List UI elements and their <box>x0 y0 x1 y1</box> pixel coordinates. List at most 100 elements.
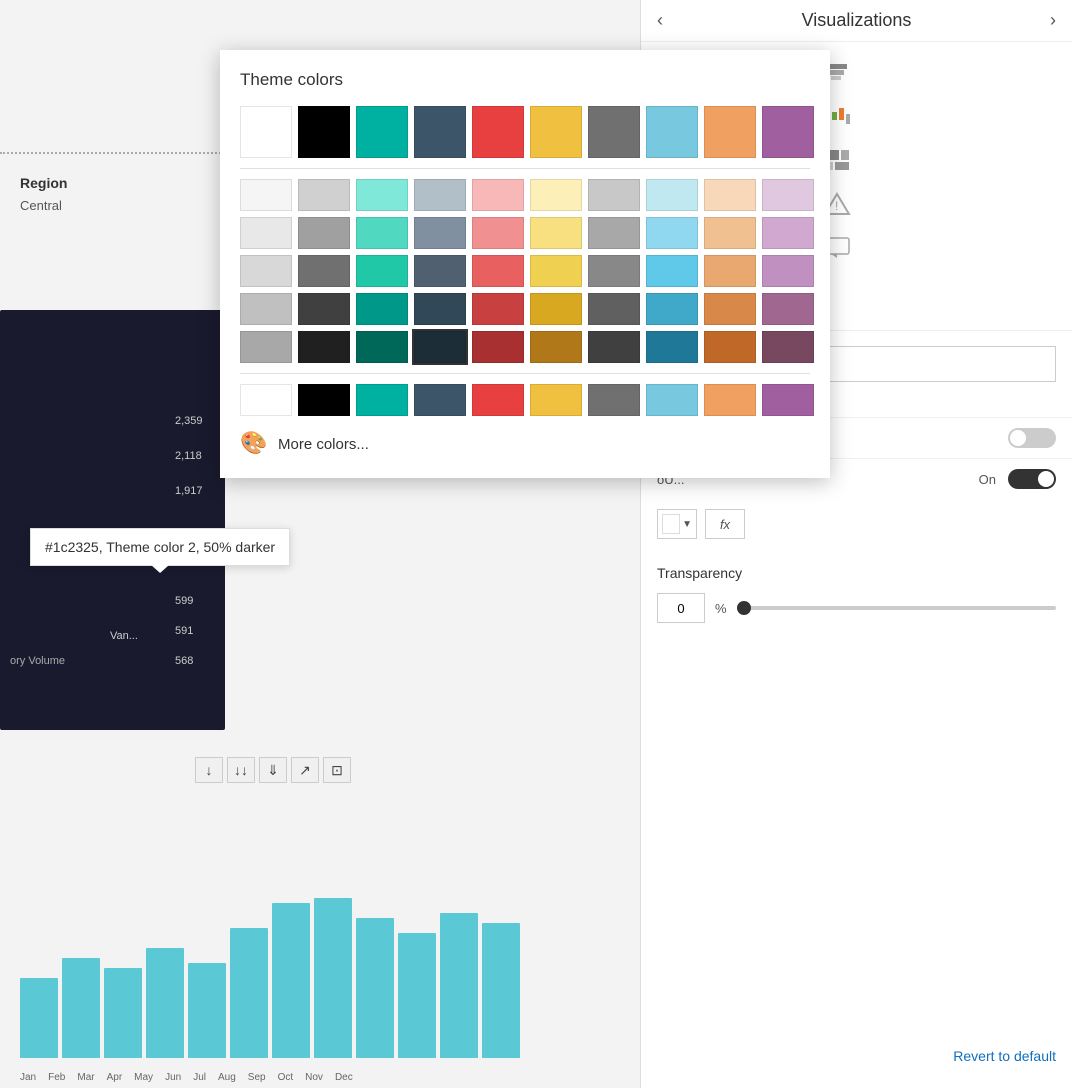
theme-color-9[interactable] <box>762 106 814 158</box>
recent-color-5[interactable] <box>530 384 582 416</box>
shade-color-1-5[interactable] <box>530 217 582 249</box>
shade-color-4-8[interactable] <box>704 331 756 363</box>
toggle-2-control: On <box>979 469 1056 489</box>
shade-color-4-7[interactable] <box>646 331 698 363</box>
shade-color-3-7[interactable] <box>646 293 698 325</box>
toggle-1-slider[interactable] <box>1008 428 1056 448</box>
color-swatch-button[interactable]: ▼ <box>657 509 697 539</box>
shade-color-0-7[interactable] <box>646 179 698 211</box>
theme-color-5[interactable] <box>530 106 582 158</box>
transparency-input[interactable] <box>657 593 705 623</box>
bar-aug <box>314 898 352 1058</box>
transparency-slider-track[interactable] <box>737 606 1056 610</box>
shade-color-3-9[interactable] <box>762 293 814 325</box>
color-swatch-preview <box>662 514 680 534</box>
nav-forward-arrow[interactable]: › <box>1050 10 1056 31</box>
transparency-slider-thumb[interactable] <box>737 601 751 615</box>
shade-color-0-9[interactable] <box>762 179 814 211</box>
recent-color-6[interactable] <box>588 384 640 416</box>
theme-color-4[interactable] <box>472 106 524 158</box>
bar-mar <box>104 968 142 1058</box>
shade-color-2-9[interactable] <box>762 255 814 287</box>
shade-color-3-2[interactable] <box>356 293 408 325</box>
shade-color-3-3[interactable] <box>414 293 466 325</box>
shade-color-4-9[interactable] <box>762 331 814 363</box>
shade-color-4-1[interactable] <box>298 331 350 363</box>
recent-color-8[interactable] <box>704 384 756 416</box>
shade-color-1-6[interactable] <box>588 217 640 249</box>
shade-color-2-5[interactable] <box>530 255 582 287</box>
shade-row-4 <box>240 331 810 363</box>
bar-oct <box>398 933 436 1058</box>
shade-color-4-3[interactable] <box>414 331 466 363</box>
shade-color-0-4[interactable] <box>472 179 524 211</box>
chart-toolbar: ↓ ↓↓ ⇓ ↗ ⊡ <box>195 757 351 783</box>
toolbar-btn-5[interactable]: ⊡ <box>323 757 351 783</box>
shade-color-0-1[interactable] <box>298 179 350 211</box>
shade-color-2-8[interactable] <box>704 255 756 287</box>
shade-color-3-8[interactable] <box>704 293 756 325</box>
month-jun: Jun <box>165 1072 181 1083</box>
shade-color-2-7[interactable] <box>646 255 698 287</box>
dropdown-arrow: ▼ <box>682 519 692 530</box>
shade-color-2-2[interactable] <box>356 255 408 287</box>
shade-color-0-3[interactable] <box>414 179 466 211</box>
theme-color-8[interactable] <box>704 106 756 158</box>
shade-color-3-1[interactable] <box>298 293 350 325</box>
shade-color-3-5[interactable] <box>530 293 582 325</box>
shade-color-0-6[interactable] <box>588 179 640 211</box>
recent-color-7[interactable] <box>646 384 698 416</box>
shade-color-3-0[interactable] <box>240 293 292 325</box>
theme-color-0[interactable] <box>240 106 292 158</box>
recent-color-2[interactable] <box>356 384 408 416</box>
recent-color-9[interactable] <box>762 384 814 416</box>
theme-color-1[interactable] <box>298 106 350 158</box>
shade-color-1-3[interactable] <box>414 217 466 249</box>
shade-color-2-3[interactable] <box>414 255 466 287</box>
month-labels: Jan Feb Mar Apr May Jun Jul Aug Sep Oct … <box>20 1072 353 1083</box>
shade-color-1-4[interactable] <box>472 217 524 249</box>
toggle-2-slider[interactable] <box>1008 469 1056 489</box>
shade-color-4-5[interactable] <box>530 331 582 363</box>
shade-color-1-7[interactable] <box>646 217 698 249</box>
fx-button[interactable]: fx <box>705 509 745 539</box>
bar-jul <box>272 903 310 1058</box>
shade-color-1-2[interactable] <box>356 217 408 249</box>
shade-color-0-8[interactable] <box>704 179 756 211</box>
theme-color-7[interactable] <box>646 106 698 158</box>
shade-color-0-0[interactable] <box>240 179 292 211</box>
bar-value-6: 568 <box>175 655 193 667</box>
shade-color-2-1[interactable] <box>298 255 350 287</box>
shade-color-1-8[interactable] <box>704 217 756 249</box>
region-label: Region <box>20 175 67 191</box>
revert-to-default-button[interactable]: Revert to default <box>953 1048 1056 1064</box>
theme-color-2[interactable] <box>356 106 408 158</box>
recent-color-0[interactable] <box>240 384 292 416</box>
shade-color-2-0[interactable] <box>240 255 292 287</box>
theme-color-6[interactable] <box>588 106 640 158</box>
shade-color-4-4[interactable] <box>472 331 524 363</box>
shade-color-2-6[interactable] <box>588 255 640 287</box>
toolbar-btn-3[interactable]: ⇓ <box>259 757 287 783</box>
shade-color-4-2[interactable] <box>356 331 408 363</box>
shade-color-0-5[interactable] <box>530 179 582 211</box>
shade-color-0-2[interactable] <box>356 179 408 211</box>
shade-color-1-9[interactable] <box>762 217 814 249</box>
shade-color-3-4[interactable] <box>472 293 524 325</box>
shade-color-3-6[interactable] <box>588 293 640 325</box>
nav-back-arrow[interactable]: ‹ <box>657 10 663 31</box>
toolbar-btn-2[interactable]: ↓↓ <box>227 757 255 783</box>
shade-color-4-6[interactable] <box>588 331 640 363</box>
recent-color-4[interactable] <box>472 384 524 416</box>
more-colors-button[interactable]: 🎨 More colors... <box>240 430 810 458</box>
toolbar-btn-4[interactable]: ↗ <box>291 757 319 783</box>
recent-color-1[interactable] <box>298 384 350 416</box>
shade-color-2-4[interactable] <box>472 255 524 287</box>
shade-color-4-0[interactable] <box>240 331 292 363</box>
theme-color-3[interactable] <box>414 106 466 158</box>
shade-color-1-0[interactable] <box>240 217 292 249</box>
shade-row-0 <box>240 179 810 211</box>
recent-color-3[interactable] <box>414 384 466 416</box>
toolbar-btn-1[interactable]: ↓ <box>195 757 223 783</box>
shade-color-1-1[interactable] <box>298 217 350 249</box>
